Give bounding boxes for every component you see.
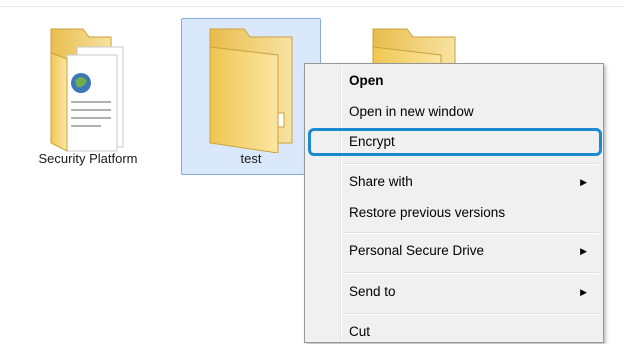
menu-item-label: Cut [349, 324, 371, 339]
folder-test[interactable]: test [181, 18, 321, 175]
folder-label: Security Platform [38, 151, 138, 166]
menu-separator [343, 163, 599, 165]
submenu-arrow-icon: ▶ [580, 246, 587, 256]
folder-label: test [240, 151, 262, 166]
menu-item-share-with[interactable]: Share with ▶ [307, 170, 601, 194]
folder-security-platform[interactable]: Security Platform [18, 18, 158, 175]
window-top-border [0, 6, 624, 7]
menu-item-label: Restore previous versions [349, 205, 506, 220]
folder-with-documents-icon [50, 28, 124, 152]
menu-item-label: Encrypt [349, 134, 395, 149]
menu-item-label: Send to [349, 284, 396, 299]
menu-item-cut[interactable]: Cut [307, 320, 601, 344]
menu-separator [343, 232, 599, 234]
menu-item-send-to[interactable]: Send to ▶ [307, 280, 601, 304]
menu-item-label: Open in new window [349, 104, 474, 119]
menu-item-encrypt[interactable]: Encrypt [307, 130, 601, 154]
menu-item-label: Share with [349, 174, 413, 189]
menu-item-personal-secure-drive[interactable]: Personal Secure Drive ▶ [307, 239, 601, 263]
menu-item-label: Personal Secure Drive [349, 243, 485, 258]
submenu-arrow-icon: ▶ [580, 177, 587, 187]
context-menu: Open Open in new window Encrypt Share wi… [304, 63, 604, 343]
menu-item-open[interactable]: Open [307, 69, 601, 93]
submenu-arrow-icon: ▶ [580, 287, 587, 297]
menu-separator [343, 272, 599, 274]
menu-item-label: Open [349, 73, 384, 88]
menu-separator [343, 313, 599, 315]
menu-item-open-in-new-window[interactable]: Open in new window [307, 100, 601, 124]
menu-item-restore-previous-versions[interactable]: Restore previous versions [307, 201, 601, 225]
folder-icon [209, 28, 293, 153]
